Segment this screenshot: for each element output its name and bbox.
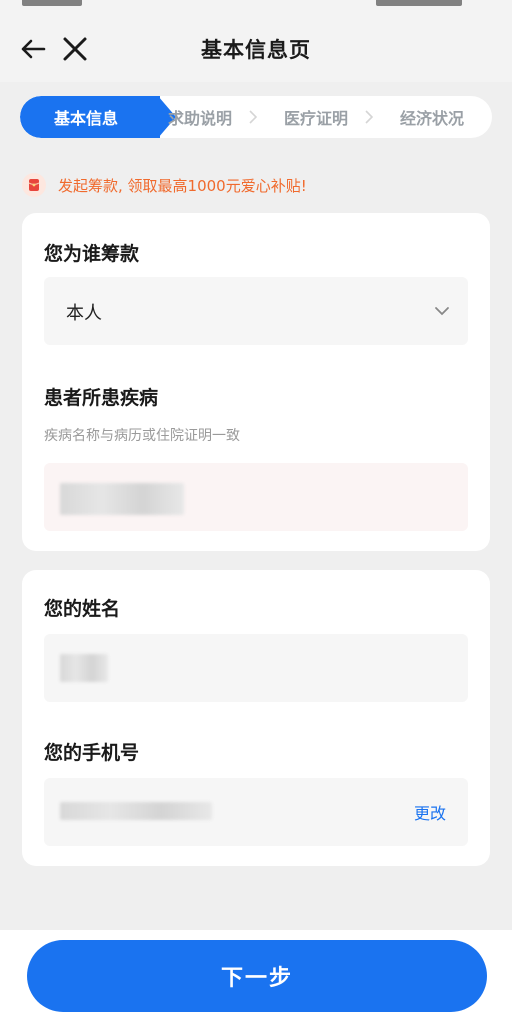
beneficiary-label: 您为谁筹款 — [44, 243, 140, 265]
phone-field: 更改 — [44, 778, 468, 846]
card-fundraising-info: 您为谁筹款 本人 患者所患疾病 疾病名称与病历或住院证明一致 — [22, 213, 490, 551]
step-basic-info[interactable]: 基本信息 — [20, 96, 160, 138]
notice-text: 发起筹款, 领取最高1000元爱心补贴! — [58, 176, 307, 195]
status-icons — [376, 0, 462, 6]
phone-label: 您的手机号 — [44, 742, 140, 764]
name-label: 您的姓名 — [44, 598, 121, 620]
chevron-down-icon — [435, 307, 449, 316]
disease-input[interactable] — [44, 463, 468, 531]
step-medical-proof[interactable]: 医疗证明 — [284, 96, 348, 138]
beneficiary-value: 本人 — [66, 303, 102, 324]
redacted-name — [60, 654, 108, 682]
subsidy-notice: 发起筹款, 领取最高1000元爱心补贴! — [22, 172, 307, 198]
disease-hint: 疾病名称与病历或住院证明一致 — [44, 428, 240, 444]
header-bar: 基本信息页 — [0, 0, 512, 82]
status-bar — [0, 0, 512, 10]
card-contact-info: 您的姓名 您的手机号 更改 — [22, 570, 490, 866]
bottom-action-bar: 下一步 — [0, 930, 512, 1024]
app-page: 基本信息页 基本信息 求助说明 医疗证明 经济状况 发起筹款, 领取最高1000… — [0, 0, 512, 1024]
chevron-right-icon — [249, 110, 258, 124]
next-step-button[interactable]: 下一步 — [27, 940, 487, 1012]
chevron-right-icon — [365, 110, 374, 124]
step-progress: 基本信息 求助说明 医疗证明 经济状况 — [20, 96, 492, 138]
disease-label: 患者所患疾病 — [44, 387, 159, 409]
change-phone-link[interactable]: 更改 — [414, 800, 446, 824]
status-time — [22, 0, 82, 6]
redacted-phone — [60, 802, 212, 820]
step-financial-status[interactable]: 经济状况 — [400, 96, 464, 138]
beneficiary-select[interactable]: 本人 — [44, 277, 468, 345]
red-envelope-icon — [22, 173, 46, 197]
name-input[interactable] — [44, 634, 468, 702]
redacted-disease — [60, 483, 184, 515]
step-help-description[interactable]: 求助说明 — [168, 96, 232, 138]
page-title: 基本信息页 — [201, 38, 311, 62]
